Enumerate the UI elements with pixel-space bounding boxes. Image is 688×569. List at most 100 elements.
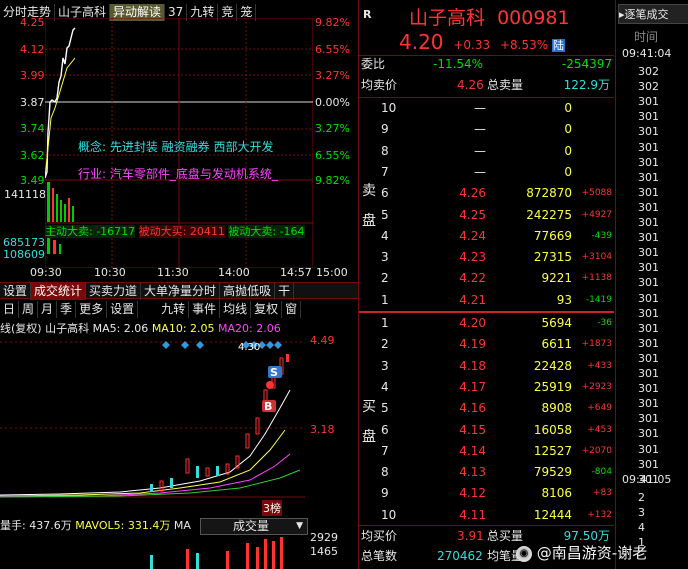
buy-row[interactable]: 7 4.14 12527 +2070 [359, 441, 614, 462]
kline-events[interactable]: 事件 [189, 301, 221, 318]
tick-price: 301 [638, 125, 659, 139]
buy-level: 10 [381, 507, 397, 522]
buy-row[interactable]: 2 4.19 6611 +1873 [359, 334, 614, 355]
sell-row[interactable]: 2 4.22 9221 +1138 [359, 268, 614, 289]
buy-price: 4.14 [459, 443, 486, 458]
buy-change: +649 [587, 403, 612, 414]
flow-passive-sell: 被动大卖: -164 [228, 225, 305, 238]
tick-price: 301 [638, 336, 659, 350]
period-month[interactable]: 月 [38, 301, 58, 318]
tab-settings[interactable]: 设置 [0, 283, 32, 300]
bottom-tabs: 设置 成交统计 买卖力道 大单净量分时 高抛低吸干 [0, 282, 358, 300]
sell-row[interactable]: 8 — 0 [359, 141, 614, 162]
period-more[interactable]: 更多 [76, 301, 108, 318]
tick-price: 302 [638, 65, 659, 78]
buy-level: 3 [381, 358, 389, 373]
sell-level: 5 [381, 207, 389, 222]
sell-level: 10 [381, 101, 397, 115]
tab-deal-stats[interactable]: 成交统计 [31, 283, 87, 300]
tick-time-1: 09:41:04 [622, 47, 672, 60]
period-week[interactable]: 周 [19, 301, 39, 318]
price-tick-2: 3.99 [20, 69, 45, 82]
tick-col-header: 时间 [634, 30, 659, 44]
tab-big-order[interactable]: 大单净量分时 [141, 283, 221, 300]
tick-price: 301 [638, 155, 659, 169]
tick-header[interactable]: ▸逐笔成交 [618, 4, 688, 24]
tick-price: 301 [638, 382, 659, 396]
buy-row[interactable]: 4 4.17 25919 +2923 [359, 377, 614, 398]
flow-active-sell: 主动大卖: -16717 [45, 225, 136, 238]
time-tick-5: 15:00 [316, 266, 348, 279]
kline-mid-tick: 3.18 [310, 423, 335, 436]
flow-passive-buy: 被动大买: 20411 [138, 225, 225, 238]
kline-window[interactable]: 窗 [282, 301, 302, 318]
buy-change: -36 [597, 318, 612, 328]
buy-row[interactable]: 6 4.15 16058 +453 [359, 420, 614, 441]
tick-price: 301 [638, 170, 659, 184]
buy-volume: 16058 [533, 422, 572, 437]
flow-tick-1: 108609 [3, 248, 45, 261]
pct-tick-6: 9.82% [315, 174, 350, 187]
pct-tick-2: 3.27% [315, 69, 350, 82]
lu-badge: 陆 [551, 39, 565, 52]
period-quarter[interactable]: 季 [57, 301, 77, 318]
buy-row[interactable]: 1 4.20 5694 -36 [359, 313, 614, 334]
buy-row[interactable]: 3 4.18 22428 +433 [359, 356, 614, 377]
legend-stock: 山子高科 [45, 322, 90, 335]
sell-row[interactable]: 6 4.26 872870 +5088 [359, 183, 614, 204]
sell-volume: 0 [564, 122, 572, 137]
buy-volume: 8106 [541, 486, 572, 501]
avg-buy-value: 3.91 [457, 529, 484, 543]
buy-volume: 8908 [541, 401, 572, 416]
kline-ma[interactable]: 均线 [220, 301, 252, 318]
kline-high-tick: 4.49 [310, 334, 335, 347]
kline-chart[interactable] [0, 338, 305, 514]
kline-vol-tick-0: 2929 [310, 531, 338, 544]
sell-row[interactable]: 5 4.25 242275 +4927 [359, 205, 614, 226]
volume-mavol5: MAVOL5: 331.4万 [75, 519, 171, 532]
weibo-icon: ◉ [516, 545, 532, 562]
sell-price: 4.24 [459, 228, 486, 243]
last-price: 4.20 [399, 30, 444, 54]
tab-high-low[interactable]: 高抛低吸 [220, 283, 276, 300]
buy-row[interactable]: 9 4.12 8106 +83 [359, 483, 614, 504]
buy-row[interactable]: 8 4.13 79529 -804 [359, 462, 614, 483]
tab-more[interactable]: 干 [275, 283, 295, 300]
buy-row[interactable]: 5 4.16 8908 +649 [359, 398, 614, 419]
sell-row[interactable]: 3 4.23 27315 +3104 [359, 247, 614, 268]
tick-price: 301 [638, 276, 659, 290]
kline-jiuzhuan[interactable]: 九转 [158, 301, 190, 318]
indicator-select[interactable]: 成交量 ▼ [200, 518, 308, 535]
kline-fuquan[interactable]: 复权 [251, 301, 283, 318]
buy-change: +1873 [581, 339, 612, 350]
buy-level: 8 [381, 465, 389, 480]
tick-price: 301 [638, 110, 659, 124]
buy-row[interactable]: 10 4.11 12444 +132 [359, 505, 614, 526]
tick-price: 301 [638, 427, 659, 441]
tick-price: 301 [638, 412, 659, 426]
bang-tag[interactable]: 3榜 [262, 500, 282, 516]
avg-sell-value: 4.26 [457, 78, 484, 92]
buy-marker[interactable]: B [264, 400, 272, 413]
buy-change: +453 [587, 424, 612, 435]
tick-panel: ▸逐笔成交 时间 09:41:04 302 302 301 301 301 301 301 3… [615, 0, 688, 569]
period-day[interactable]: 日 [0, 301, 20, 318]
sell-volume: 27315 [533, 250, 572, 265]
sell-row[interactable]: 4 4.24 77669 -439 [359, 226, 614, 247]
tick-price: 301 [638, 397, 659, 411]
tab-buy-sell-force[interactable]: 买卖力道 [86, 283, 142, 300]
sell-marker[interactable]: S [270, 366, 278, 379]
sell-volume: 872870 [526, 186, 572, 201]
buy-level: 1 [381, 316, 389, 330]
sell-row[interactable]: 1 4.21 93 -1419 [359, 290, 614, 311]
sell-price: 4.26 [459, 186, 486, 201]
tick-price: 301 [638, 457, 659, 471]
sell-row[interactable]: 9 — 0 [359, 119, 614, 140]
sell-row[interactable]: 10 — 0 [359, 98, 614, 119]
buy-change: +2070 [581, 445, 612, 456]
total-sell-value: 122.9万 [563, 78, 610, 92]
price-tick-1: 4.12 [20, 43, 45, 56]
kline-settings[interactable]: 设置 [107, 301, 139, 318]
tick-price: 301 [638, 140, 659, 154]
sell-row[interactable]: 7 — 0 [359, 162, 614, 183]
